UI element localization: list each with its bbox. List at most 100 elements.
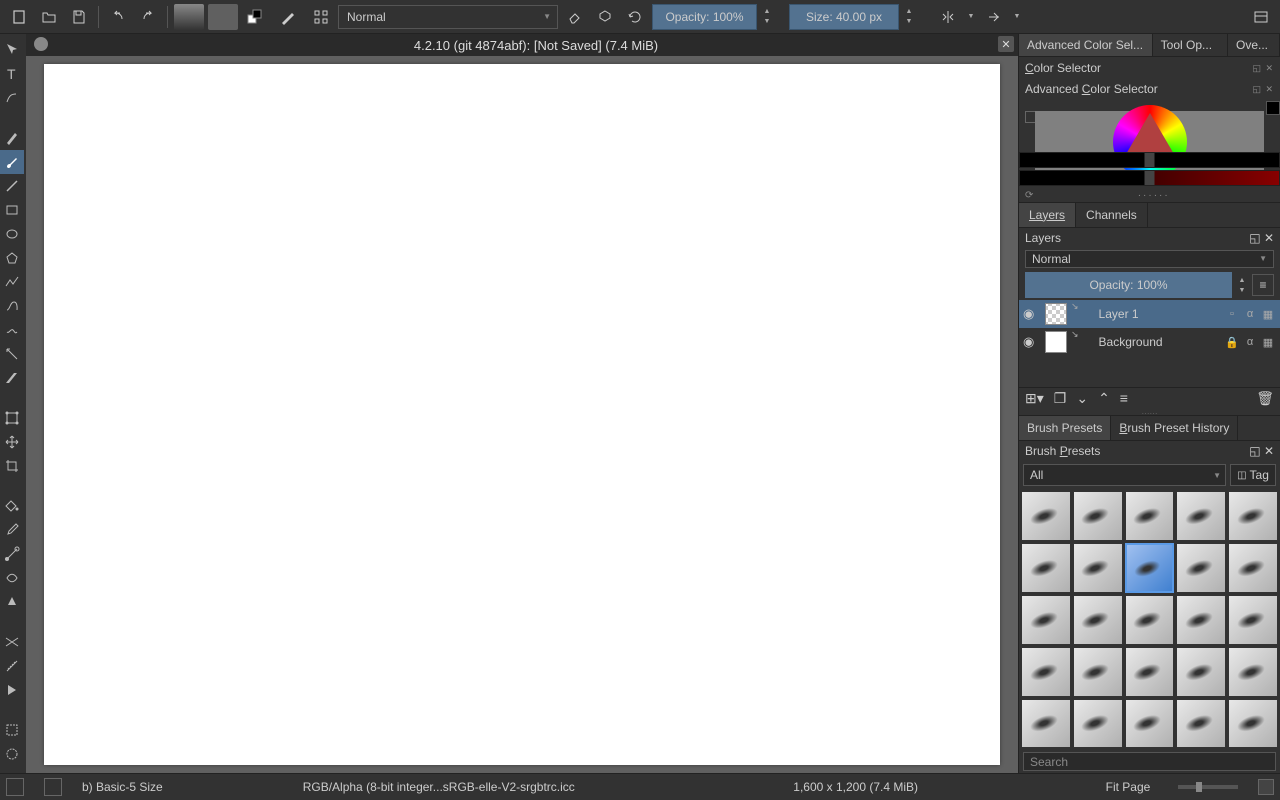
brush-preset-button[interactable] (272, 4, 304, 30)
gradient-tool[interactable] (0, 542, 24, 566)
mirror-v-menu[interactable]: ▼ (1011, 4, 1023, 30)
brush-tag-button[interactable]: ◫Tag (1230, 464, 1276, 486)
polyline-tool[interactable] (0, 270, 24, 294)
tab-brush-history[interactable]: Brush Preset History (1111, 416, 1238, 440)
pattern-edit-tool[interactable] (0, 566, 24, 590)
select-ellipse-tool[interactable] (0, 742, 24, 766)
fill-tool[interactable] (0, 494, 24, 518)
brush-preset-item[interactable] (1228, 491, 1278, 541)
brush-preset-item[interactable] (1073, 647, 1123, 697)
brush-preset-item[interactable] (1021, 699, 1071, 749)
assistant-tool[interactable] (0, 630, 24, 654)
move-tool[interactable] (0, 38, 24, 62)
brush-preset-item[interactable] (1073, 595, 1123, 645)
size-spinner[interactable]: ▲▼ (903, 4, 915, 30)
brush-tool[interactable] (0, 150, 24, 174)
layer-row[interactable]: ◉ ↘ Background 🔒α▦ (1019, 328, 1280, 356)
document-tab-title[interactable]: 4.2.10 (git 4874abf): [Not Saved] (7.4 M… (54, 38, 1018, 53)
brush-filter-select[interactable]: All▼ (1023, 464, 1226, 486)
brush-preset-item[interactable] (1021, 647, 1071, 697)
tab-layers[interactable]: Layers (1019, 203, 1076, 227)
delete-layer-button[interactable]: 🗑 (1256, 390, 1274, 407)
rect-tool[interactable] (0, 198, 24, 222)
layer-properties-button[interactable]: ≡ (1120, 390, 1128, 407)
layer-row[interactable]: ◉ ↘ Layer 1 ▫α▦ (1019, 300, 1280, 328)
layer-menu-icon[interactable]: ▦ (1260, 306, 1276, 322)
brush-preset-item[interactable] (1125, 647, 1175, 697)
brush-preset-item[interactable] (1176, 647, 1226, 697)
gradient-swatch[interactable] (174, 4, 204, 30)
blend-mode-select[interactable]: Normal▼ (338, 5, 558, 29)
brush-preset-item[interactable] (1073, 699, 1123, 749)
brush-preset-item[interactable] (1125, 595, 1175, 645)
shade-strip-2[interactable] (1019, 170, 1280, 186)
zoom-slider[interactable] (1178, 785, 1238, 789)
layer-filter-icon[interactable]: ≡ (1252, 274, 1274, 296)
visibility-icon[interactable]: ◉ (1023, 334, 1041, 350)
layer-blend-select[interactable]: Normal▼ (1025, 250, 1274, 269)
layer-props-icon[interactable]: ▫ (1224, 306, 1240, 322)
canvas[interactable] (44, 64, 1000, 765)
brush-preset-item[interactable] (1021, 491, 1071, 541)
reload-brush-button[interactable] (622, 4, 648, 30)
new-doc-button[interactable] (6, 4, 32, 30)
add-layer-button[interactable]: ⊞▾ (1025, 390, 1044, 407)
transform-tool[interactable] (0, 406, 24, 430)
brush-preset-item[interactable] (1228, 647, 1278, 697)
redo-button[interactable] (135, 4, 161, 30)
brush-preset-item[interactable] (1176, 699, 1226, 749)
open-button[interactable] (36, 4, 62, 30)
brush-preset-item[interactable] (1073, 491, 1123, 541)
line-tool[interactable] (0, 174, 24, 198)
brush-preset-item[interactable] (1176, 543, 1226, 593)
alpha-lock-toggle[interactable] (592, 4, 618, 30)
smart-fill-tool[interactable] (0, 590, 24, 614)
brush-preset-item[interactable] (1228, 543, 1278, 593)
ellipse-tool[interactable] (0, 222, 24, 246)
bezier-tool[interactable] (0, 294, 24, 318)
mirror-h-menu[interactable]: ▼ (965, 4, 977, 30)
lock-icon[interactable]: 🔒 (1224, 334, 1240, 350)
undo-button[interactable] (105, 4, 131, 30)
brush-preset-item[interactable] (1125, 699, 1175, 749)
multibrush-tool[interactable] (0, 366, 24, 390)
layer-opacity-slider[interactable]: Opacity: 100% (1025, 272, 1232, 298)
color-selector[interactable] (1019, 99, 1280, 190)
duplicate-layer-button[interactable]: ❐ (1054, 390, 1067, 407)
text-tool[interactable]: T (0, 62, 24, 86)
selection-mode-icon[interactable] (6, 778, 24, 796)
tab-overview[interactable]: Ove... (1228, 34, 1280, 56)
eraser-toggle[interactable] (562, 4, 588, 30)
brush-preset-item[interactable] (1125, 543, 1175, 593)
save-button[interactable] (66, 4, 92, 30)
layer-menu-icon[interactable]: ▦ (1260, 334, 1276, 350)
brush-search-input[interactable]: Search (1023, 752, 1276, 771)
brush-preset-item[interactable] (1021, 595, 1071, 645)
brush-preset-item[interactable] (1021, 543, 1071, 593)
tab-channels[interactable]: Channels (1076, 203, 1148, 227)
tab-brush-presets[interactable]: Brush Presets (1019, 416, 1111, 440)
brush-preset-item[interactable] (1073, 543, 1123, 593)
move-layer-tool[interactable] (0, 430, 24, 454)
pattern-swatch[interactable] (208, 4, 238, 30)
move-down-button[interactable]: ⌄ (1076, 390, 1088, 407)
tab-tool-options[interactable]: Tool Op... (1153, 34, 1228, 56)
canvas-map-button[interactable] (1258, 779, 1274, 795)
edit-brush-button[interactable] (308, 4, 334, 30)
layer-opacity-spinner[interactable]: ▲▼ (1236, 272, 1248, 298)
mirror-h-button[interactable] (935, 4, 961, 30)
layer-name[interactable]: Background (1083, 335, 1220, 349)
crop-tool[interactable] (0, 454, 24, 478)
opacity-slider[interactable]: Opacity: 100% (652, 4, 757, 30)
move-up-button[interactable]: ⌃ (1098, 390, 1110, 407)
brush-preset-item[interactable] (1228, 699, 1278, 749)
tab-close-button[interactable]: ✕ (998, 36, 1014, 52)
measure-tool[interactable] (0, 654, 24, 678)
tab-advanced-color[interactable]: Advanced Color Sel... (1019, 34, 1153, 56)
alpha-icon[interactable]: α (1242, 334, 1258, 350)
workspace-button[interactable] (1248, 4, 1274, 30)
mirror-v-button[interactable] (981, 4, 1007, 30)
select-rect-tool[interactable] (0, 718, 24, 742)
size-slider[interactable]: Size: 40.00 px (789, 4, 899, 30)
color-picker-tool[interactable] (0, 518, 24, 542)
